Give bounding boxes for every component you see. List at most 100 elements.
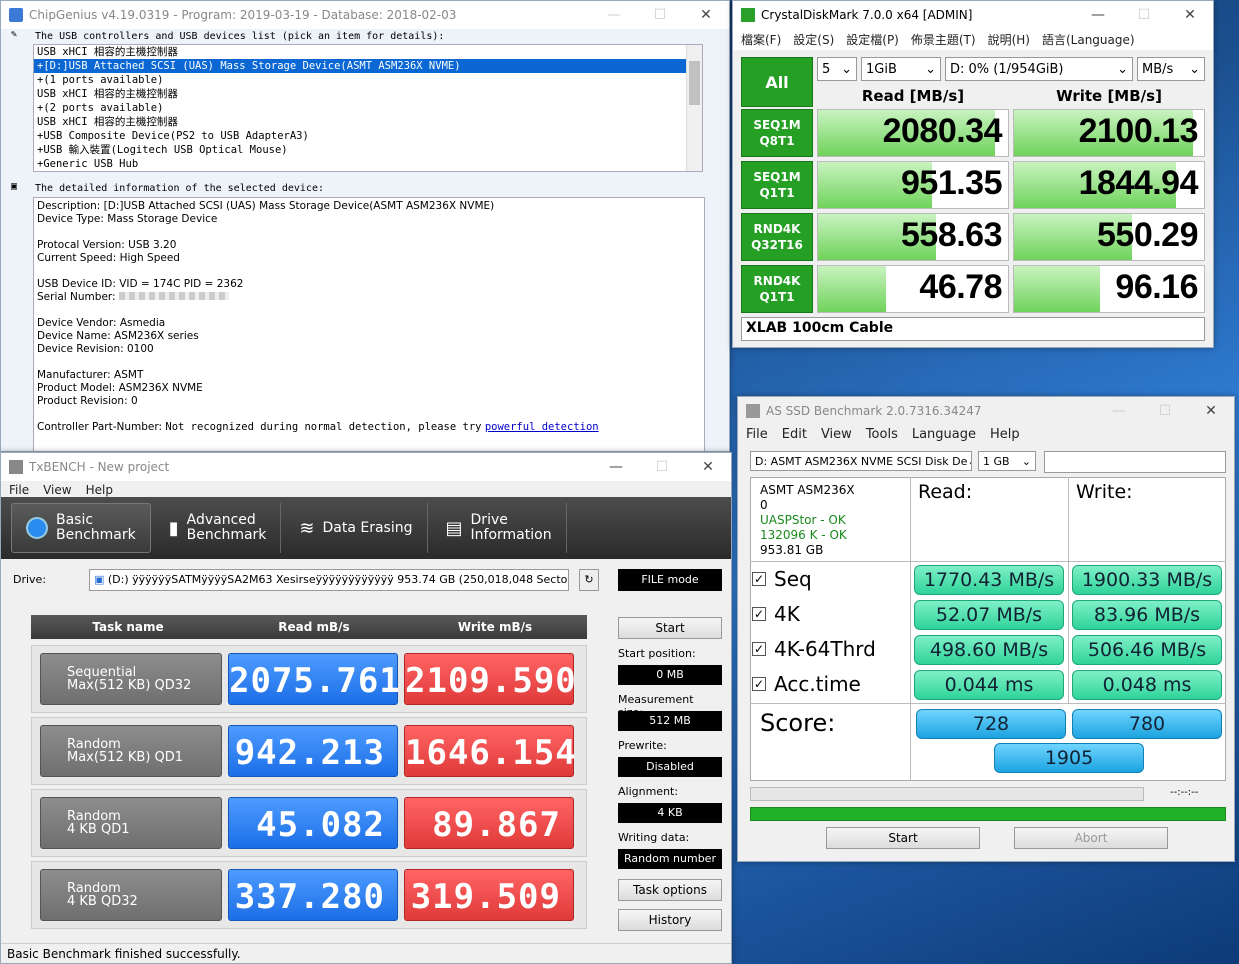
list-item[interactable]: +USB 輸入裝置(Logitech USB Optical Mouse) bbox=[34, 143, 702, 157]
prewrite-label: Prewrite: bbox=[618, 739, 667, 752]
read-result: 498.60 MB/s bbox=[914, 635, 1064, 665]
score-total: 1905 bbox=[994, 743, 1144, 773]
menu-file[interactable]: File bbox=[9, 483, 29, 497]
detail-line: Product Model: ASM236X NVME bbox=[37, 382, 203, 394]
prewrite-value[interactable]: Disabled bbox=[618, 757, 722, 777]
stopwatch-icon bbox=[26, 517, 48, 539]
tx-titlebar[interactable]: TxBENCH - New project — ☐ ✕ bbox=[1, 453, 731, 481]
menu-help[interactable]: 說明(H) bbox=[988, 31, 1030, 48]
maximize-icon[interactable]: ☐ bbox=[1142, 397, 1188, 425]
minimize-icon[interactable]: — bbox=[1075, 1, 1121, 29]
menu-profile[interactable]: 設定檔(P) bbox=[846, 31, 899, 48]
test-button[interactable]: SEQ1M Q8T1 bbox=[741, 109, 813, 157]
result-name-input[interactable] bbox=[1044, 451, 1226, 473]
test-button[interactable]: RND4K Q1T1 bbox=[741, 265, 813, 313]
task-name[interactable]: Random 4 KB QD32 bbox=[40, 869, 222, 921]
menu-language[interactable]: Language bbox=[912, 427, 976, 442]
list-item[interactable]: +(2 ports available) bbox=[34, 101, 702, 115]
abort-button[interactable]: Abort bbox=[1014, 827, 1168, 849]
menu-tools[interactable]: Tools bbox=[866, 427, 898, 442]
menu-theme[interactable]: 佈景主題(T) bbox=[911, 31, 976, 48]
menu-settings[interactable]: 設定(S) bbox=[793, 31, 834, 48]
window-title: AS SSD Benchmark 2.0.7316.34247 bbox=[766, 404, 982, 418]
list-item[interactable]: +(1 ports available) bbox=[34, 73, 702, 87]
tab-advanced-benchmark[interactable]: ▮ Advanced Benchmark bbox=[155, 503, 282, 553]
minimize-icon[interactable]: — bbox=[1096, 397, 1142, 425]
checkbox-icon[interactable]: ✓ bbox=[752, 642, 766, 656]
powerful-detection-link[interactable]: powerful detection bbox=[485, 421, 599, 433]
close-icon[interactable]: ✕ bbox=[685, 453, 731, 481]
alignment-label: Alignment: bbox=[618, 785, 679, 798]
close-icon[interactable]: ✕ bbox=[1188, 397, 1234, 425]
writing-data-value[interactable]: Random number bbox=[618, 849, 722, 869]
checkbox-icon[interactable]: ✓ bbox=[752, 572, 766, 586]
start-button[interactable]: Start bbox=[826, 827, 980, 849]
count-select[interactable]: 5 ⌄ bbox=[817, 57, 857, 81]
list-item[interactable]: +Generic USB Hub bbox=[34, 157, 702, 171]
start-button[interactable]: Start bbox=[618, 617, 722, 639]
cdm-titlebar[interactable]: CrystalDiskMark 7.0.0 x64 [ADMIN] — ☐ ✕ bbox=[733, 1, 1213, 29]
task-name[interactable]: Random Max(512 KB) QD1 bbox=[40, 725, 222, 777]
alignment-value[interactable]: 4 KB bbox=[618, 803, 722, 823]
tab-drive-information[interactable]: ▤ Drive Information bbox=[432, 503, 567, 553]
close-icon[interactable]: ✕ bbox=[683, 1, 729, 29]
maximize-icon[interactable]: ☐ bbox=[637, 1, 683, 29]
as-app-icon bbox=[746, 404, 760, 418]
checkbox-icon[interactable]: ✓ bbox=[752, 607, 766, 621]
test-button[interactable]: RND4K Q32T16 bbox=[741, 213, 813, 261]
serial-number: Serial Number: bbox=[37, 291, 701, 304]
tab-data-erasing[interactable]: ≋ Data Erasing bbox=[285, 503, 428, 553]
scroll-thumb[interactable] bbox=[689, 61, 700, 105]
list-item[interactable]: USB xHCI 相容的主機控制器 bbox=[34, 87, 702, 101]
read-result: 951.35 bbox=[817, 161, 1009, 209]
file-mode-badge[interactable]: FILE mode bbox=[618, 569, 722, 591]
task-options-button[interactable]: Task options bbox=[618, 879, 722, 901]
list-scrollbar[interactable] bbox=[686, 45, 702, 171]
drive-select[interactable]: D: ASMT ASM236X NVME SCSI Disk De⌄ bbox=[750, 451, 972, 471]
menu-edit[interactable]: Edit bbox=[782, 427, 807, 442]
task-name[interactable]: Sequential Max(512 KB) QD32 bbox=[40, 653, 222, 705]
menu-view[interactable]: View bbox=[821, 427, 852, 442]
menu-view[interactable]: View bbox=[43, 483, 71, 497]
test-checkbox-row[interactable]: ✓ Seq bbox=[752, 567, 812, 591]
comment-field[interactable]: XLAB 100cm Cable bbox=[741, 317, 1205, 341]
as-titlebar[interactable]: AS SSD Benchmark 2.0.7316.34247 — ☐ ✕ bbox=[738, 397, 1234, 425]
menu-language[interactable]: 語言(Language) bbox=[1042, 31, 1135, 48]
all-button[interactable]: All bbox=[741, 57, 813, 107]
tab-basic-benchmark[interactable]: Basic Benchmark bbox=[11, 503, 151, 553]
device-detail-panel: Description: [D:]USB Attached SCSI (UAS)… bbox=[33, 197, 705, 451]
write-result: 96.16 bbox=[1013, 265, 1205, 313]
minimize-icon[interactable]: — bbox=[591, 1, 637, 29]
menu-help[interactable]: Help bbox=[990, 427, 1020, 442]
size-select[interactable]: 1 GB ⌄ bbox=[978, 451, 1036, 471]
refresh-button[interactable]: ↻ bbox=[579, 569, 599, 591]
menu-help[interactable]: Help bbox=[86, 483, 113, 497]
read-result: 1770.43 MB/s bbox=[914, 565, 1064, 595]
minimize-icon[interactable]: — bbox=[593, 453, 639, 481]
maximize-icon[interactable]: ☐ bbox=[1121, 1, 1167, 29]
write-result: 1646.154 bbox=[404, 725, 576, 777]
list-item-selected[interactable]: +[D:]USB Attached SCSI (UAS) Mass Storag… bbox=[34, 59, 686, 73]
list-item[interactable]: USB xHCI 相容的主機控制器 bbox=[34, 45, 702, 59]
list-item[interactable]: +USB Composite Device(PS2 to USB Adapter… bbox=[34, 129, 702, 143]
start-position-value[interactable]: 0 MB bbox=[618, 665, 722, 685]
close-icon[interactable]: ✕ bbox=[1167, 1, 1213, 29]
test-checkbox-row[interactable]: ✓ 4K bbox=[752, 602, 800, 626]
menu-file[interactable]: 檔案(F) bbox=[741, 31, 781, 48]
maximize-icon[interactable]: ☐ bbox=[639, 453, 685, 481]
checkbox-icon[interactable]: ✓ bbox=[752, 677, 766, 691]
device-list[interactable]: USB xHCI 相容的主機控制器 +[D:]USB Attached SCSI… bbox=[33, 44, 703, 172]
measurement-size-value[interactable]: 512 MB bbox=[618, 711, 722, 731]
size-select[interactable]: 1GiB ⌄ bbox=[861, 57, 941, 81]
drive-select[interactable]: ▣ (D:) ÿÿÿÿÿÿSATMÿÿÿÿSA2M63 Xesirseÿÿÿÿÿ… bbox=[89, 569, 569, 591]
chipgenius-titlebar[interactable]: ChipGenius v4.19.0319 - Program: 2019-03… bbox=[1, 1, 729, 29]
test-checkbox-row[interactable]: ✓ Acc.time bbox=[752, 672, 861, 696]
list-item[interactable]: USB xHCI 相容的主機控制器 bbox=[34, 115, 702, 129]
test-button[interactable]: SEQ1M Q1T1 bbox=[741, 161, 813, 209]
unit-select[interactable]: MB/s ⌄ bbox=[1137, 57, 1205, 81]
menu-file[interactable]: File bbox=[746, 427, 768, 442]
test-checkbox-row[interactable]: ✓ 4K-64Thrd bbox=[752, 637, 876, 661]
drive-select[interactable]: D: 0% (1/954GiB) ⌄ bbox=[945, 57, 1133, 81]
task-name[interactable]: Random 4 KB QD1 bbox=[40, 797, 222, 849]
history-button[interactable]: History bbox=[618, 909, 722, 931]
